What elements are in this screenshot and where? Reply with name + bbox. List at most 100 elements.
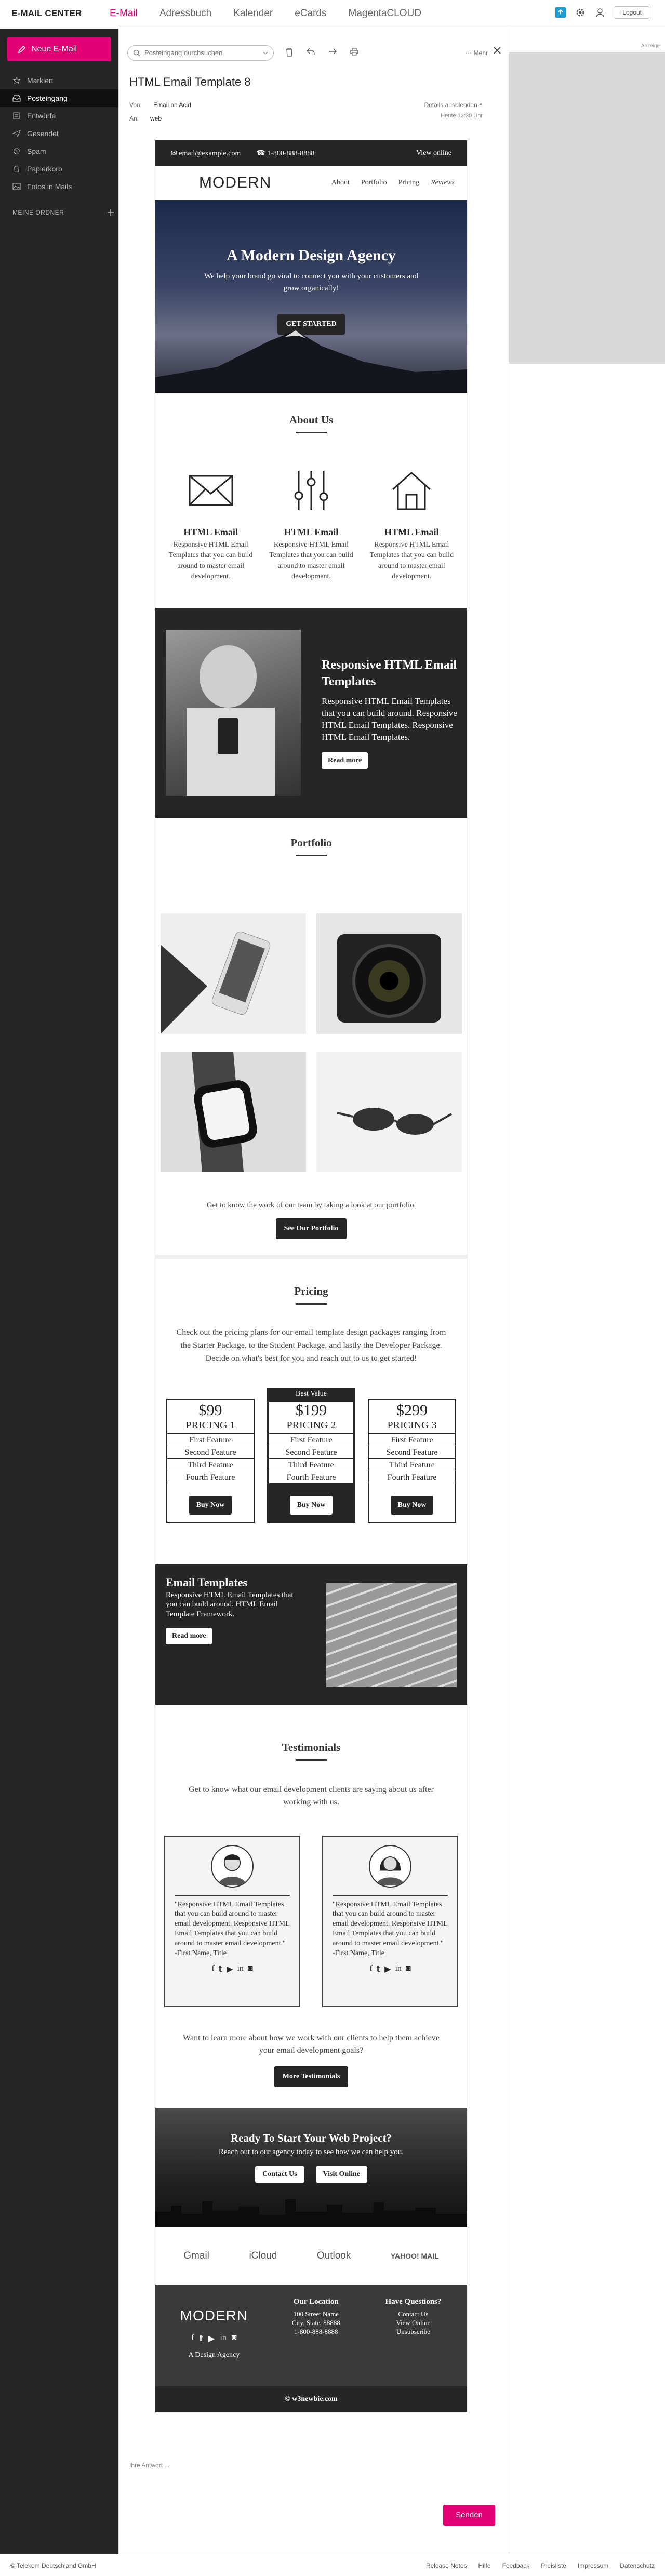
folder-fotos[interactable]: Fotos in Mails	[0, 178, 118, 195]
link-pricing[interactable]: Pricing	[398, 179, 419, 187]
gear-icon[interactable]	[575, 7, 586, 18]
imprint-link[interactable]: Impressum	[578, 2562, 608, 2569]
twitter-icon[interactable]: 𝕥	[219, 1964, 222, 1974]
templates-text: Responsive HTML Email Templates that you…	[166, 1590, 294, 1619]
folder-label: Spam	[27, 147, 46, 155]
plan-feature: First Feature	[369, 1433, 455, 1446]
sidebar	[0, 29, 118, 2554]
nav-magentacloud[interactable]: MagentaCLOUD	[349, 8, 421, 19]
read-more-button[interactable]: Read more	[322, 752, 368, 769]
phone-laptop-photo[interactable]	[161, 913, 306, 1034]
folder-papierkorb[interactable]: Papierkorb	[0, 160, 118, 178]
twitter-icon[interactable]: 𝕥	[377, 1964, 380, 1974]
upload-icon[interactable]	[555, 7, 566, 18]
add-folder-icon[interactable]	[107, 209, 114, 216]
link-portfolio[interactable]: Portfolio	[361, 179, 387, 187]
forward-icon[interactable]	[328, 47, 337, 56]
privacy-link[interactable]: Datenschutz	[620, 2562, 655, 2569]
testimonials-title: Testimonials	[282, 1741, 341, 1754]
instagram-icon[interactable]: ◙	[232, 2333, 237, 2344]
ad-banner[interactable]	[509, 52, 665, 364]
buy-now-button[interactable]: Buy Now	[289, 1495, 333, 1515]
folder-markiert[interactable]: Markiert	[0, 72, 118, 89]
facebook-icon[interactable]: f	[191, 2333, 194, 2344]
print-icon[interactable]	[350, 47, 359, 56]
email-topbar: ✉ email@example.com ☎ 1-800-888-8888 Vie…	[155, 140, 467, 166]
feature-text: Responsive HTML Email Templates that you…	[269, 541, 353, 580]
send-button[interactable]: Senden	[443, 2505, 495, 2526]
release-notes-link[interactable]: Release Notes	[426, 2562, 467, 2569]
folder-spam[interactable]: Spam	[0, 142, 118, 160]
templates-read-more-button[interactable]: Read more	[166, 1627, 212, 1644]
watch-photo[interactable]	[161, 1052, 306, 1173]
star-icon	[12, 77, 21, 84]
twitter-icon[interactable]: 𝕥	[200, 2333, 203, 2344]
folder-label: Fotos in Mails	[27, 182, 72, 191]
best-value-badge: Best Value	[267, 1388, 355, 1400]
youtube-icon[interactable]: ▶	[384, 1964, 391, 1974]
plan-price: $299	[396, 1401, 428, 1419]
testimonial-quote: "Responsive HTML Email Templates that yo…	[332, 1900, 448, 1948]
to-value[interactable]: web	[150, 115, 162, 122]
buy-now-button[interactable]: Buy Now	[390, 1495, 434, 1515]
testimonial-card: "Responsive HTML Email Templates that yo…	[164, 1835, 300, 2007]
youtube-icon[interactable]: ▶	[227, 1964, 233, 1974]
feedback-link[interactable]: Feedback	[502, 2562, 530, 2569]
youtube-icon[interactable]: ▶	[208, 2333, 215, 2344]
chevron-down-icon[interactable]	[263, 51, 268, 55]
folder-posteingang[interactable]: Posteingang	[0, 89, 118, 107]
visit-online-button[interactable]: Visit Online	[315, 2166, 367, 2183]
cta-text: Reach out to our agency today to see how…	[218, 2147, 404, 2156]
linkedin-icon[interactable]: in	[220, 2333, 226, 2344]
pricelist-link[interactable]: Preisliste	[541, 2562, 566, 2569]
phone-contact[interactable]: ☎ 1-800-888-8888	[256, 149, 314, 158]
view-online-link[interactable]: View online	[416, 149, 451, 157]
plan-feature: First Feature	[269, 1433, 353, 1446]
gmail-logo: Gmail	[183, 2250, 209, 2261]
draft-icon	[13, 112, 20, 119]
instagram-icon[interactable]: ◙	[406, 1964, 411, 1974]
buy-now-button[interactable]: Buy Now	[189, 1495, 232, 1515]
more-menu[interactable]: ⋯ Mehr	[466, 49, 488, 57]
nav-email[interactable]: E-Mail	[110, 8, 138, 19]
folder-gesendet[interactable]: Gesendet	[0, 125, 118, 142]
reply-input[interactable]: Ihre Antwort ...	[129, 2462, 169, 2469]
facebook-icon[interactable]: f	[211, 1964, 214, 1974]
plan-price: $99	[198, 1401, 222, 1419]
folder-entwuerfe[interactable]: Entwürfe	[0, 107, 118, 125]
instagram-icon[interactable]: ◙	[248, 1964, 253, 1974]
responsive-title: Responsive HTML Email Templates	[322, 658, 457, 689]
link-reviews[interactable]: Reviews	[431, 179, 455, 187]
unsubscribe-link[interactable]: Unsubscribe	[370, 2328, 457, 2336]
user-icon[interactable]	[595, 7, 605, 18]
more-testimonials-button[interactable]: More Testimonials	[274, 2066, 349, 2087]
help-link[interactable]: Hilfe	[478, 2562, 491, 2569]
nav-calendar[interactable]: Kalender	[233, 8, 273, 19]
linkedin-icon[interactable]: in	[237, 1964, 243, 1974]
from-value[interactable]: Email on Acid	[153, 101, 191, 109]
footer-contact-link[interactable]: Contact Us	[370, 2310, 457, 2319]
details-toggle[interactable]: Details ausblenden ˄	[424, 101, 483, 109]
plan-name: PRICING 3	[387, 1419, 437, 1431]
nav-ecards[interactable]: eCards	[295, 8, 326, 19]
sunglasses-photo[interactable]	[316, 1052, 462, 1173]
new-mail-button[interactable]: Neue E-Mail	[7, 37, 111, 61]
nav-addressbook[interactable]: Adressbuch	[159, 8, 211, 19]
footer-view-online-link[interactable]: View Online	[370, 2319, 457, 2328]
logout-button[interactable]: Logout	[615, 6, 649, 19]
search-input[interactable]: Posteingang durchsuchen	[127, 45, 274, 61]
details-label: Details ausblenden	[424, 101, 477, 109]
reply-icon[interactable]	[306, 47, 315, 56]
close-icon[interactable]	[493, 46, 501, 55]
camera-photo[interactable]	[316, 913, 462, 1034]
link-about[interactable]: About	[331, 179, 350, 187]
plan-feature: Third Feature	[167, 1458, 254, 1471]
email-contact[interactable]: ✉ email@example.com	[171, 149, 241, 158]
questions-title: Have Questions?	[385, 2297, 442, 2306]
facebook-icon[interactable]: f	[369, 1964, 372, 1974]
linkedin-icon[interactable]: in	[395, 1964, 401, 1974]
contact-us-button[interactable]: Contact Us	[255, 2166, 304, 2183]
delete-icon[interactable]	[285, 47, 294, 57]
portfolio-grid	[155, 913, 467, 1173]
see-portfolio-button[interactable]: See Our Portfolio	[275, 1218, 347, 1240]
